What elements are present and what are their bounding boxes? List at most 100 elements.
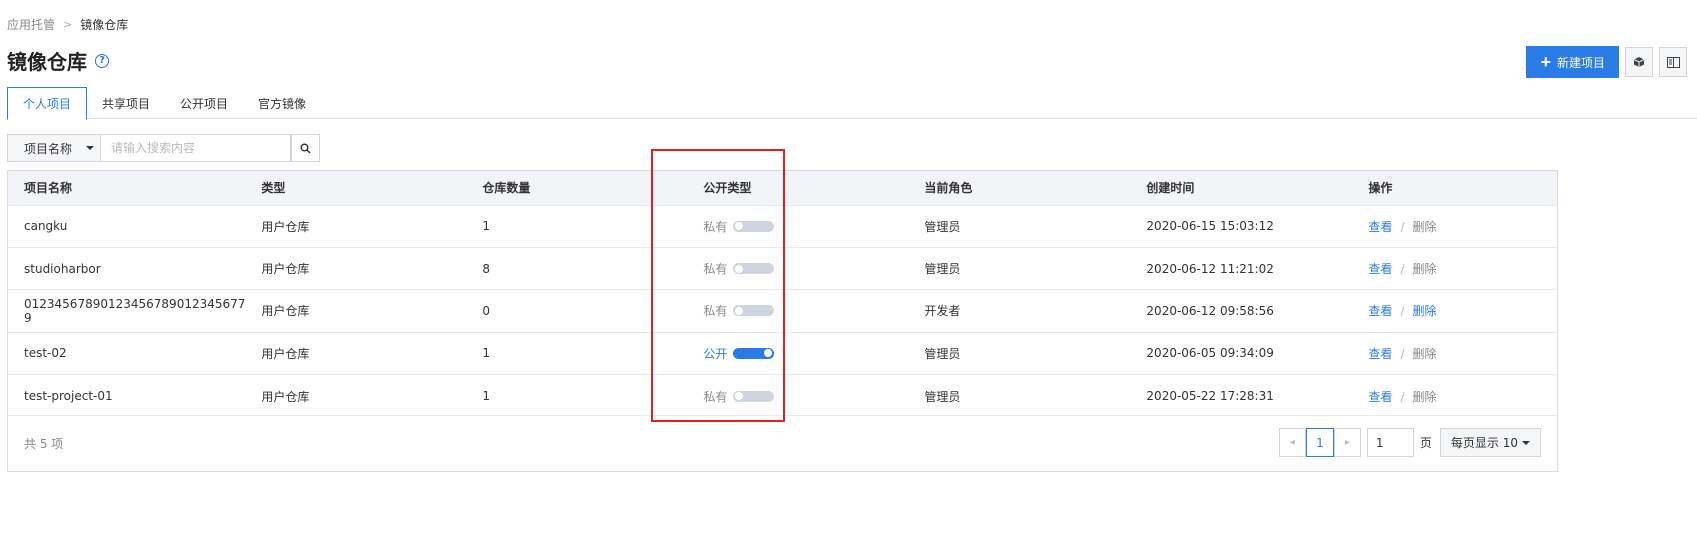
public-toggle[interactable] bbox=[733, 390, 775, 402]
tab-official-images[interactable]: 官方镜像 bbox=[243, 87, 321, 119]
breadcrumb-parent[interactable]: 应用托管 bbox=[7, 16, 55, 33]
op-separator: / bbox=[1400, 346, 1405, 361]
current-role: 管理员 bbox=[924, 389, 961, 404]
pagination: ◂ 1 ▸ 页 每页显示 10 bbox=[1278, 428, 1541, 457]
public-type-label: 私有 bbox=[703, 219, 728, 234]
delete-link[interactable]: 删除 bbox=[1412, 390, 1436, 404]
header-public-type: 公开类型 bbox=[703, 181, 752, 196]
breadcrumb-separator: > bbox=[63, 18, 73, 31]
created-time: 2020-05-22 17:28:31 bbox=[1146, 389, 1274, 403]
op-separator: / bbox=[1400, 219, 1405, 234]
search-bar: 项目名称 bbox=[7, 134, 320, 162]
page-title: 镜像仓库 bbox=[7, 50, 87, 74]
view-link[interactable]: 查看 bbox=[1368, 262, 1392, 276]
search-button[interactable] bbox=[291, 134, 320, 162]
tab-shared-projects[interactable]: 共享项目 bbox=[87, 87, 165, 119]
public-type-label: 公开 bbox=[703, 346, 728, 361]
new-project-label: 新建项目 bbox=[1556, 55, 1605, 70]
header-project-name: 项目名称 bbox=[24, 181, 73, 196]
search-field-select[interactable]: 项目名称 bbox=[7, 134, 101, 162]
created-time: 2020-06-12 11:21:02 bbox=[1146, 261, 1274, 276]
search-input[interactable] bbox=[101, 134, 291, 162]
project-name: studioharbor bbox=[24, 261, 101, 276]
header-repo-count: 仓库数量 bbox=[482, 181, 531, 196]
delete-link[interactable]: 删除 bbox=[1412, 304, 1436, 318]
project-table: 项目名称 类型 仓库数量 公开类型 当前角色 创建时间 操作 cangku 用户… bbox=[7, 170, 1558, 472]
prev-page-button[interactable]: ◂ bbox=[1278, 428, 1306, 457]
tab-public-projects[interactable]: 公开项目 bbox=[165, 87, 243, 119]
public-type-label: 私有 bbox=[703, 262, 728, 277]
page-jump-input[interactable] bbox=[1366, 428, 1414, 457]
top-actions: + 新建项目 bbox=[1526, 46, 1687, 78]
page-header: 镜像仓库 ? bbox=[7, 46, 109, 75]
project-name: cangku bbox=[24, 219, 68, 234]
tab-bar: 个人项目 共享项目 公开项目 官方镜像 bbox=[7, 87, 1697, 120]
table-header-row: 项目名称 类型 仓库数量 公开类型 当前角色 创建时间 操作 bbox=[8, 171, 1557, 205]
breadcrumb: 应用托管 > 镜像仓库 bbox=[7, 16, 128, 33]
project-name: test-02 bbox=[24, 346, 67, 361]
page-size-label: 每页显示 10 bbox=[1450, 436, 1518, 450]
public-toggle[interactable] bbox=[733, 305, 775, 317]
op-separator: / bbox=[1400, 304, 1405, 319]
search-field-label: 项目名称 bbox=[24, 141, 73, 156]
table-row: test-02 用户仓库 1 公开 管理员 2020-06-05 09:34:0… bbox=[8, 332, 1557, 374]
project-type: 用户仓库 bbox=[261, 346, 310, 361]
project-type: 用户仓库 bbox=[261, 262, 310, 277]
public-type-label: 私有 bbox=[703, 389, 728, 404]
repo-count: 0 bbox=[482, 303, 491, 318]
next-page-button[interactable]: ▸ bbox=[1333, 428, 1361, 457]
delete-link[interactable]: 删除 bbox=[1412, 347, 1436, 361]
search-icon bbox=[300, 143, 311, 154]
current-role: 管理员 bbox=[924, 262, 961, 277]
created-time: 2020-06-05 09:34:09 bbox=[1146, 346, 1274, 361]
breadcrumb-current: 镜像仓库 bbox=[80, 18, 129, 32]
current-role: 开发者 bbox=[924, 304, 961, 319]
project-type: 用户仓库 bbox=[261, 219, 310, 234]
public-toggle[interactable] bbox=[733, 263, 775, 275]
project-name: test-project-01 bbox=[24, 389, 113, 403]
page-unit-label: 页 bbox=[1419, 436, 1432, 450]
public-toggle[interactable] bbox=[733, 347, 775, 359]
repo-count: 1 bbox=[482, 219, 491, 234]
view-link[interactable]: 查看 bbox=[1368, 347, 1392, 361]
table-row: 01234567890123456789012345677 9 用户仓库 0 私… bbox=[8, 289, 1557, 332]
op-separator: / bbox=[1400, 389, 1405, 404]
repo-count: 1 bbox=[482, 346, 491, 361]
caret-down-icon bbox=[1522, 440, 1530, 445]
tab-personal-projects[interactable]: 个人项目 bbox=[7, 87, 88, 120]
cube-icon[interactable] bbox=[1625, 47, 1653, 77]
project-type: 用户仓库 bbox=[261, 389, 310, 404]
public-type-label: 私有 bbox=[703, 304, 728, 319]
chevron-right-icon: ▸ bbox=[1344, 437, 1350, 448]
delete-link[interactable]: 删除 bbox=[1412, 220, 1436, 234]
project-name: 01234567890123456789012345677 9 bbox=[24, 296, 246, 325]
header-type: 类型 bbox=[261, 181, 286, 196]
table-row: cangku 用户仓库 1 私有 管理员 2020-06-15 15:03:12… bbox=[8, 205, 1557, 247]
book-icon[interactable] bbox=[1659, 47, 1687, 77]
current-role: 管理员 bbox=[924, 219, 961, 234]
total-count: 共 5 项 bbox=[24, 437, 64, 451]
chevron-left-icon: ◂ bbox=[1289, 437, 1295, 448]
project-type: 用户仓库 bbox=[261, 304, 310, 319]
header-actions: 操作 bbox=[1368, 181, 1393, 196]
header-current-role: 当前角色 bbox=[924, 181, 973, 196]
header-created-time: 创建时间 bbox=[1146, 181, 1195, 196]
caret-down-icon bbox=[86, 146, 95, 150]
page-size-select[interactable]: 每页显示 10 bbox=[1439, 428, 1541, 457]
table-footer: 共 5 项 ◂ 1 ▸ 页 每页显示 10 bbox=[8, 415, 1557, 471]
plus-icon: + bbox=[1540, 52, 1551, 72]
view-link[interactable]: 查看 bbox=[1368, 220, 1392, 234]
question-circle-icon[interactable]: ? bbox=[95, 53, 109, 68]
public-toggle[interactable] bbox=[733, 220, 775, 232]
repo-count: 8 bbox=[482, 261, 491, 276]
table-row: test-project-01 用户仓库 1 私有 管理员 2020-05-22… bbox=[8, 374, 1557, 417]
new-project-button[interactable]: + 新建项目 bbox=[1526, 46, 1619, 78]
op-separator: / bbox=[1400, 262, 1405, 277]
delete-link[interactable]: 删除 bbox=[1412, 262, 1436, 276]
table-row: studioharbor 用户仓库 8 私有 管理员 2020-06-12 11… bbox=[8, 247, 1557, 289]
page-number-current[interactable]: 1 bbox=[1305, 428, 1334, 457]
created-time: 2020-06-15 15:03:12 bbox=[1146, 219, 1274, 234]
view-link[interactable]: 查看 bbox=[1368, 390, 1392, 404]
created-time: 2020-06-12 09:58:56 bbox=[1146, 303, 1274, 318]
view-link[interactable]: 查看 bbox=[1368, 304, 1392, 318]
